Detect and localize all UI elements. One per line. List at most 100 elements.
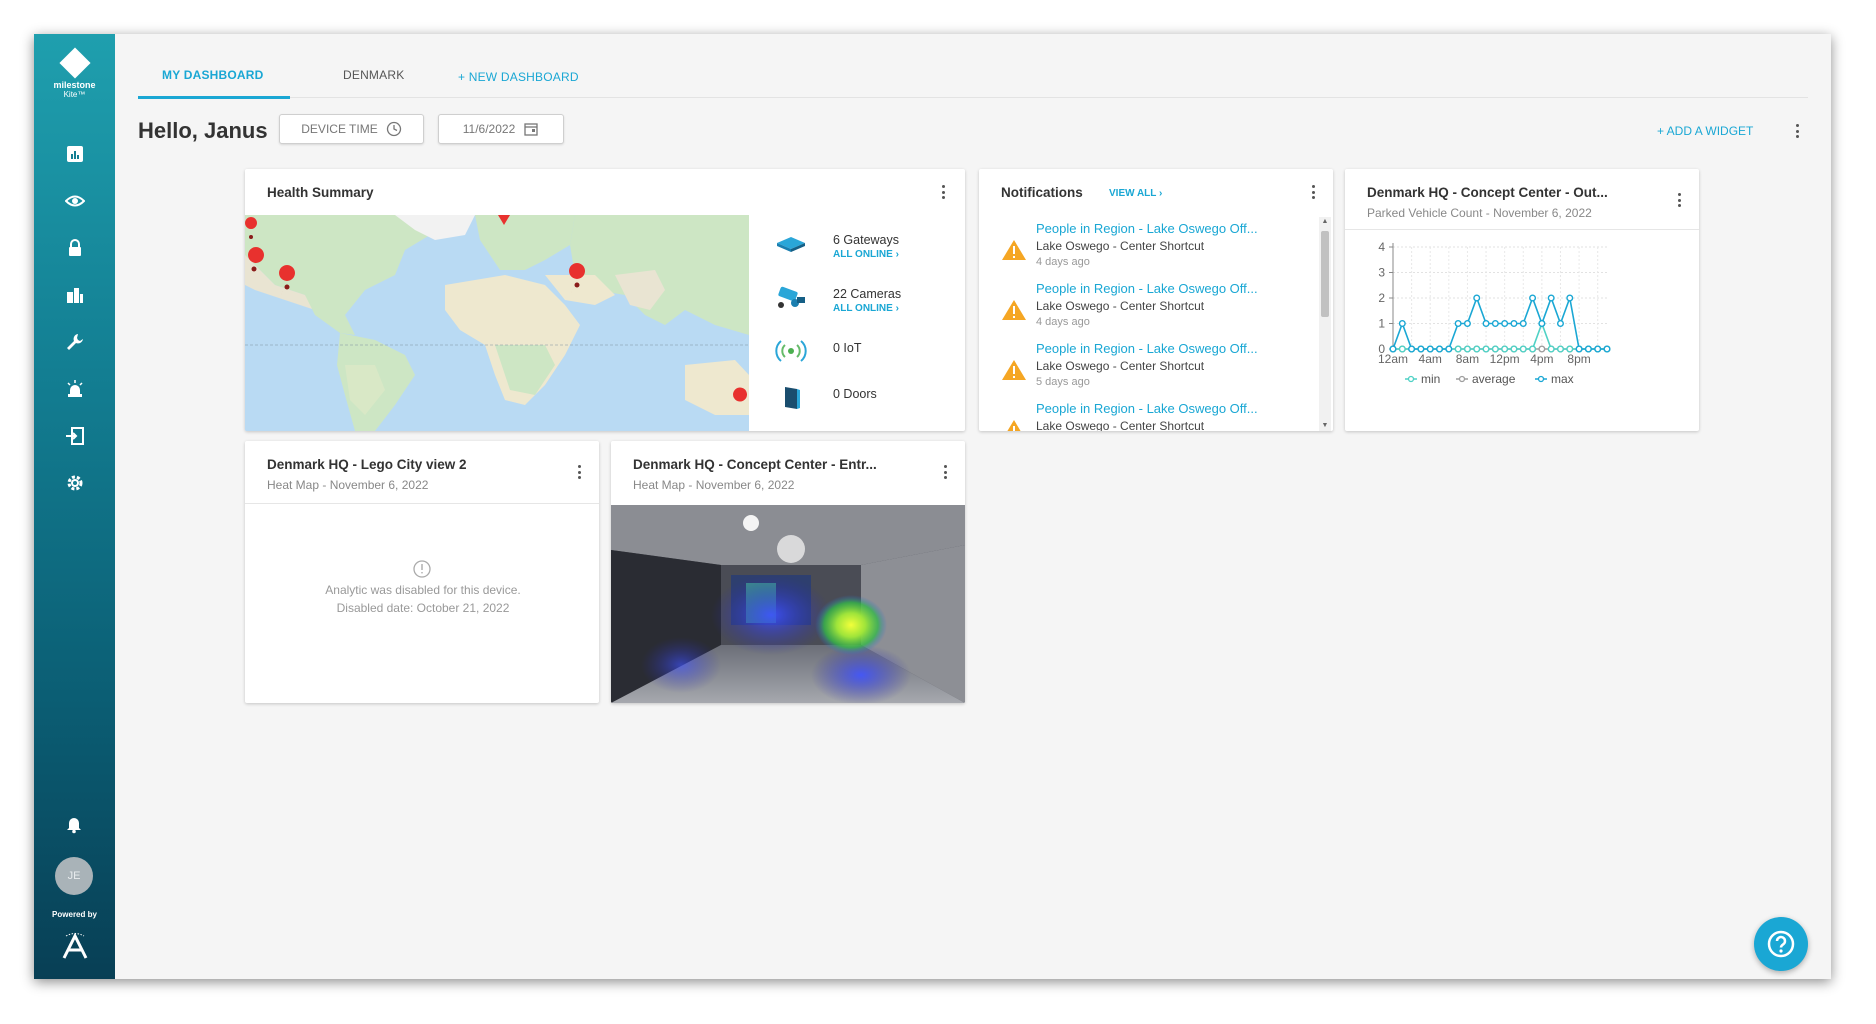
date-picker-button[interactable]: 11/6/2022 [438,114,564,144]
chart-x-tick-label: 12pm [1490,352,1520,366]
notification-title[interactable]: People in Region - Lake Oswego Off... [1036,281,1258,296]
new-dashboard-button[interactable]: + NEW DASHBOARD [458,70,579,84]
analytic-disabled-message: Analytic was disabled for this device. D… [325,583,521,615]
heatmap-image[interactable] [611,505,965,703]
sidebar-item-view[interactable] [34,177,115,224]
chart-point-max [1445,345,1453,353]
entrance-heatmap-more-icon[interactable] [937,463,953,481]
cameras-status-text: ALL ONLINE [833,303,893,314]
notifications-title: Notifications [1001,185,1083,200]
health-summary-more-icon[interactable] [935,183,951,201]
chart-point-min [1491,345,1499,353]
chart-point-min [1529,345,1537,353]
logo-brand-text: milestone [53,80,96,90]
device-time-button[interactable]: DEVICE TIME [279,114,424,144]
chart-y-tick-label: 1 [1378,317,1385,331]
view-all-link[interactable]: VIEW ALL › [1109,188,1162,199]
notification-item[interactable]: People in Region - Lake Oswego Off... La… [979,277,1317,337]
greeting-heading: Hello, Janus [138,118,268,143]
notification-item[interactable]: People in Region - Lake Oswego Off... La… [979,397,1317,431]
notifications-more-icon[interactable] [1305,183,1321,201]
iot-label: 0 IoT [833,341,862,355]
cameras-status-link[interactable]: ALL ONLINE › [833,303,899,314]
entrance-heatmap-widget: Denmark HQ - Concept Center - Entr... He… [611,441,965,703]
tab-my-dashboard[interactable]: MY DASHBOARD [162,68,264,82]
chart-point-max [1510,319,1518,327]
chart-point-max [1408,345,1416,353]
chart-point-max [1436,345,1444,353]
warning-icon [1007,420,1021,431]
chart-point-min [1519,345,1527,353]
help-icon [1767,930,1795,958]
chart-point-min [1398,345,1406,353]
chart-y-tick-label: 3 [1378,266,1385,280]
view-all-text: VIEW ALL [1109,188,1157,199]
entrance-heatmap-title: Denmark HQ - Concept Center - Entr... [633,457,877,472]
sidebar-item-security[interactable] [34,224,115,271]
chart-point-average [1538,345,1546,353]
add-widget-button[interactable]: + ADD A WIDGET [1657,124,1753,138]
parked-vehicle-title: Denmark HQ - Concept Center - Out... [1367,185,1608,200]
notification-item[interactable]: People in Region - Lake Oswego Off... La… [979,337,1317,397]
gateway-icon [777,237,805,252]
heatmap-graphic [611,505,965,703]
parked-vehicle-chart[interactable]: 0123412am 4am 8am 12pm 4pm 8pmmin average max [1345,231,1699,431]
parked-vehicle-widget: Denmark HQ - Concept Center - Out... Par… [1345,169,1699,431]
logo-product-text: Kite™ [63,90,86,99]
sidebar-item-alarms[interactable] [34,365,115,412]
world-map[interactable] [245,215,749,431]
sidebar-item-dashboard[interactable] [34,130,115,177]
camera-icon [778,286,805,308]
card-header-divider [245,503,599,504]
notification-title[interactable]: People in Region - Lake Oswego Off... [1036,401,1258,416]
bell-icon[interactable] [64,814,84,834]
iot-signal-icon [775,340,807,362]
chart-point-max [1603,345,1611,353]
chart-point-min [1510,345,1518,353]
sidebar-item-access[interactable] [34,412,115,459]
clock-icon [386,121,401,137]
help-button[interactable] [1754,917,1808,971]
notification-title[interactable]: People in Region - Lake Oswego Off... [1036,221,1258,236]
chart-legend-label: min [1421,372,1440,386]
date-value: 11/6/2022 [462,122,516,136]
sidebar-item-settings[interactable] [34,459,115,506]
chart-point-max [1501,319,1509,327]
notification-location: Lake Oswego - Center Shortcut [1036,299,1205,313]
scroll-up-icon[interactable]: ▲ [1321,218,1329,226]
health-summary-title: Health Summary [267,185,374,200]
notification-title[interactable]: People in Region - Lake Oswego Off... [1036,341,1258,356]
lego-city-more-icon[interactable] [571,463,587,481]
notifications-widget: Notifications VIEW ALL › People in Regio… [979,169,1333,431]
gateways-status-link[interactable]: ALL ONLINE › [833,249,899,260]
notifications-scroll-thumb[interactable] [1321,231,1329,317]
chart-point-min [1463,345,1471,353]
chart-point-max [1594,345,1602,353]
exit-door-icon [65,426,84,445]
chart-point-max [1538,319,1546,327]
chart-point-max [1417,345,1425,353]
chart-point-min [1473,345,1481,353]
scroll-down-icon[interactable]: ▼ [1321,422,1329,430]
chart-point-max [1398,319,1406,327]
app-window: milestone Kite™ JE Powered by MY DASHBOA… [34,34,1831,979]
milestone-logo[interactable]: milestone Kite™ [34,47,115,99]
chart-point-max [1556,319,1564,327]
bar-chart-icon [66,145,83,162]
sidebar-item-sites[interactable] [34,271,115,318]
notification-item[interactable]: People in Region - Lake Oswego Off... La… [979,217,1317,277]
chart-point-max [1473,294,1481,302]
tab-denmark[interactable]: DENMARK [343,68,404,82]
card-header-divider [1345,229,1699,230]
active-tab-indicator [138,96,290,99]
dashboard-tabs: MY DASHBOARD DENMARK + NEW DASHBOARD [138,34,1808,99]
sidebar-item-tools[interactable] [34,318,115,365]
dashboard-more-icon[interactable] [1789,122,1805,140]
user-avatar[interactable]: JE [55,857,93,895]
chart-point-max [1491,319,1499,327]
warning-icon [1002,360,1026,380]
chart-x-tick-label: 8pm [1567,352,1590,366]
chart-point-max [1575,345,1583,353]
parked-vehicle-more-icon[interactable] [1671,191,1687,209]
info-icon [413,560,431,578]
